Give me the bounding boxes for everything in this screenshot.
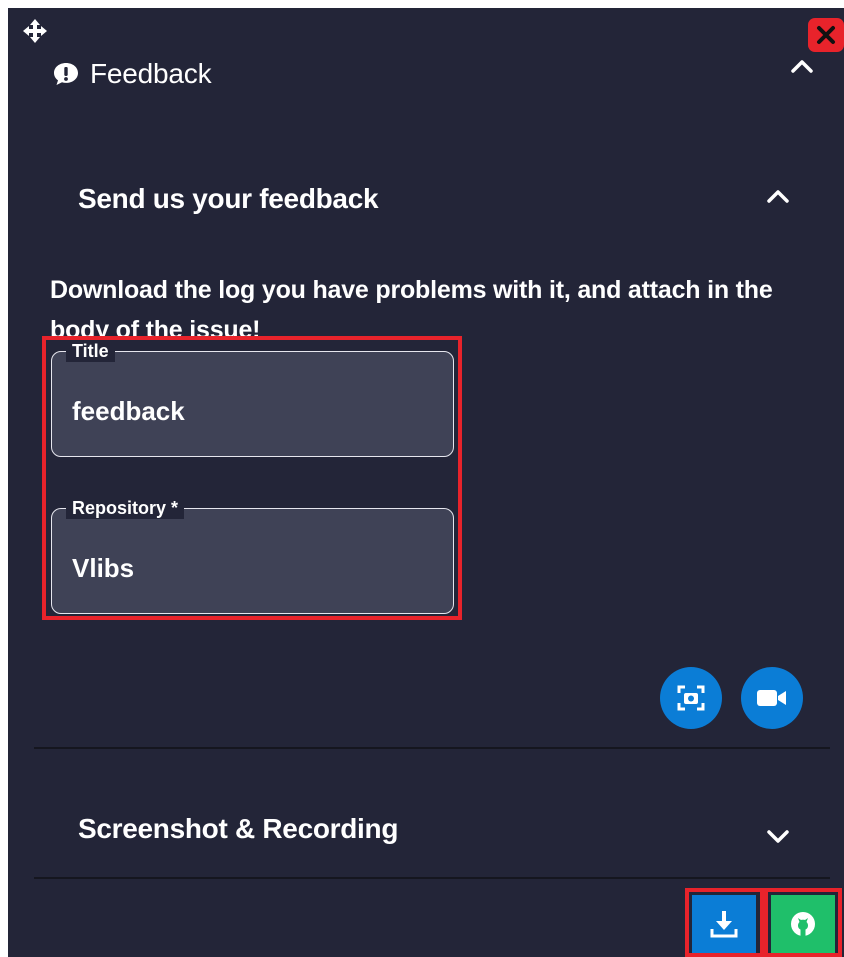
move-icon[interactable] [22, 18, 48, 44]
divider [34, 877, 830, 879]
close-icon [817, 26, 835, 44]
screenshot-section-title[interactable]: Screenshot & Recording [78, 813, 398, 845]
repository-value[interactable]: Vlibs [72, 553, 134, 584]
feedback-panel: Feedback Send us your feedback Download … [8, 8, 844, 957]
github-icon [791, 912, 815, 936]
download-icon [710, 911, 738, 938]
download-button[interactable] [692, 895, 756, 953]
feedback-section-title[interactable]: Send us your feedback [78, 183, 379, 215]
screenshot-icon [677, 685, 705, 711]
divider [34, 747, 830, 749]
chevron-down-icon[interactable] [766, 828, 790, 844]
repository-label: Repository * [66, 497, 185, 519]
repository-field[interactable]: Repository * Vlibs [51, 497, 454, 614]
title-value[interactable]: feedback [72, 396, 185, 427]
panel-header: Feedback [52, 58, 212, 90]
title-field[interactable]: Title feedback [51, 340, 454, 457]
close-button[interactable] [808, 18, 844, 52]
title-label: Title [66, 340, 115, 362]
github-button[interactable] [771, 895, 835, 953]
video-camera-icon [757, 690, 786, 706]
panel-title: Feedback [90, 58, 212, 89]
record-video-button[interactable] [741, 667, 803, 729]
feedback-icon [54, 63, 78, 85]
chevron-up-icon[interactable] [790, 58, 814, 74]
screenshot-button[interactable] [660, 667, 722, 729]
chevron-up-icon[interactable] [766, 188, 790, 204]
